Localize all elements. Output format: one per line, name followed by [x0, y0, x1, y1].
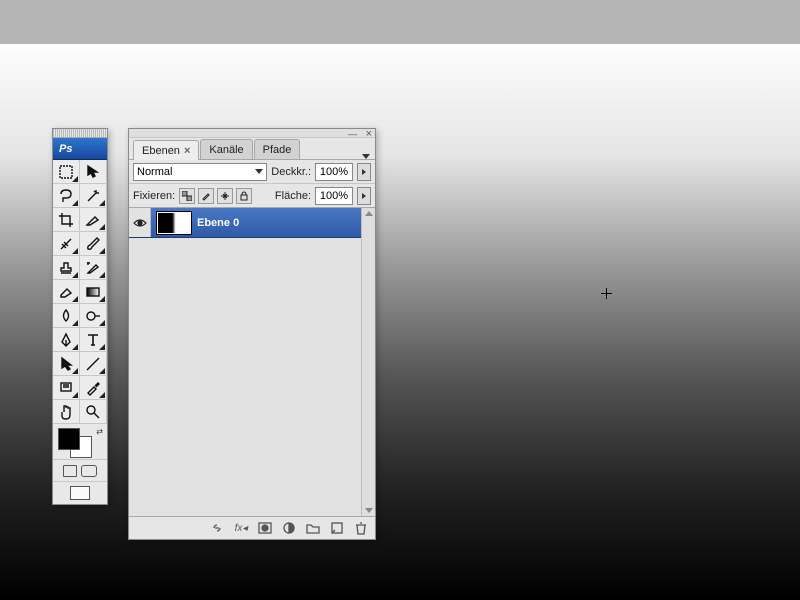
- blend-mode-select[interactable]: Normal: [133, 163, 267, 181]
- fx-icon[interactable]: fx◂: [233, 520, 249, 536]
- toolbox-drag-handle[interactable]: [53, 129, 107, 138]
- panel-footer: fx◂: [129, 517, 375, 539]
- chevron-down-icon: [255, 169, 263, 174]
- eye-icon: [133, 218, 147, 228]
- panel-titlebar[interactable]: — ×: [129, 129, 375, 138]
- opacity-input[interactable]: 100%: [315, 163, 353, 181]
- quickmask-mode-icon[interactable]: [81, 465, 97, 477]
- tool-eyedropper[interactable]: [80, 376, 107, 400]
- document-canvas[interactable]: Ps ⇄: [0, 44, 800, 600]
- tool-grid: [53, 160, 107, 424]
- mask-icon[interactable]: [257, 520, 273, 536]
- tool-type[interactable]: [80, 328, 107, 352]
- tool-slice[interactable]: [80, 208, 107, 232]
- fill-input[interactable]: 100%: [315, 187, 353, 205]
- opacity-stepper[interactable]: [357, 163, 371, 181]
- tab-kanaele[interactable]: Kanäle: [200, 139, 252, 159]
- edit-mode-row: [53, 460, 107, 482]
- color-swatches: ⇄: [53, 424, 107, 460]
- trash-icon[interactable]: [353, 520, 369, 536]
- tool-brush[interactable]: [80, 232, 107, 256]
- lock-label: Fixieren:: [133, 190, 175, 202]
- screen-mode-icon[interactable]: [70, 486, 90, 500]
- tab-ebenen[interactable]: Ebenen ×: [133, 140, 199, 160]
- group-icon[interactable]: [305, 520, 321, 536]
- tool-healing[interactable]: [53, 232, 80, 256]
- lock-transparency-icon[interactable]: [179, 188, 195, 204]
- tab-label: Pfade: [263, 144, 292, 156]
- layer-thumbnail[interactable]: [157, 212, 191, 234]
- tool-zoom[interactable]: [80, 400, 107, 424]
- link-layers-icon[interactable]: [209, 520, 225, 536]
- lock-all-icon[interactable]: [236, 188, 252, 204]
- panel-tabs: Ebenen × Kanäle Pfade: [129, 138, 375, 160]
- layer-row[interactable]: Ebene 0: [129, 208, 375, 238]
- fill-stepper[interactable]: [357, 187, 371, 205]
- app-topbar: [0, 0, 800, 44]
- tool-pen[interactable]: [53, 328, 80, 352]
- tab-label: Kanäle: [209, 144, 243, 156]
- tool-notes[interactable]: [53, 376, 80, 400]
- foreground-swatch[interactable]: [58, 428, 80, 450]
- layer-name: Ebene 0: [197, 217, 239, 229]
- close-icon[interactable]: ×: [366, 128, 372, 140]
- tool-move[interactable]: [80, 160, 107, 184]
- tool-dodge[interactable]: [80, 304, 107, 328]
- screen-mode-row: [53, 482, 107, 504]
- tab-label: Ebenen: [142, 145, 180, 157]
- blend-opacity-row: Normal Deckkr.: 100%: [129, 160, 375, 184]
- tool-path-select[interactable]: [53, 352, 80, 376]
- visibility-toggle[interactable]: [129, 208, 151, 237]
- new-layer-icon[interactable]: [329, 520, 345, 536]
- tool-eraser[interactable]: [53, 280, 80, 304]
- tab-pfade[interactable]: Pfade: [254, 139, 301, 159]
- toolbox-panel: Ps ⇄: [52, 128, 108, 505]
- tool-wand[interactable]: [80, 184, 107, 208]
- layers-panel: — × Ebenen × Kanäle Pfade Normal Deckkr.:…: [128, 128, 376, 540]
- layer-list: Ebene 0: [129, 208, 375, 517]
- tool-blur[interactable]: [53, 304, 80, 328]
- tool-history-brush[interactable]: [80, 256, 107, 280]
- cursor-crosshair-icon: [601, 288, 612, 299]
- blend-mode-value: Normal: [137, 166, 172, 178]
- tool-marquee[interactable]: [53, 160, 80, 184]
- tool-gradient[interactable]: [80, 280, 107, 304]
- lock-fill-row: Fixieren: Fläche: 100%: [129, 184, 375, 208]
- tab-close-icon[interactable]: ×: [184, 145, 190, 157]
- scrollbar[interactable]: [361, 208, 375, 516]
- adjustment-icon[interactable]: [281, 520, 297, 536]
- tool-lasso[interactable]: [53, 184, 80, 208]
- fill-label: Fläche:: [275, 190, 311, 202]
- lock-pixels-icon[interactable]: [198, 188, 214, 204]
- panel-menu-icon[interactable]: [357, 154, 375, 159]
- swap-colors-icon[interactable]: ⇄: [96, 427, 103, 436]
- tool-line[interactable]: [80, 352, 107, 376]
- tool-stamp[interactable]: [53, 256, 80, 280]
- lock-position-icon[interactable]: [217, 188, 233, 204]
- tool-crop[interactable]: [53, 208, 80, 232]
- minimize-icon[interactable]: —: [348, 129, 357, 139]
- opacity-label: Deckkr.:: [271, 166, 311, 178]
- app-logo: Ps: [53, 138, 107, 160]
- standard-mode-icon[interactable]: [63, 465, 77, 477]
- tool-hand[interactable]: [53, 400, 80, 424]
